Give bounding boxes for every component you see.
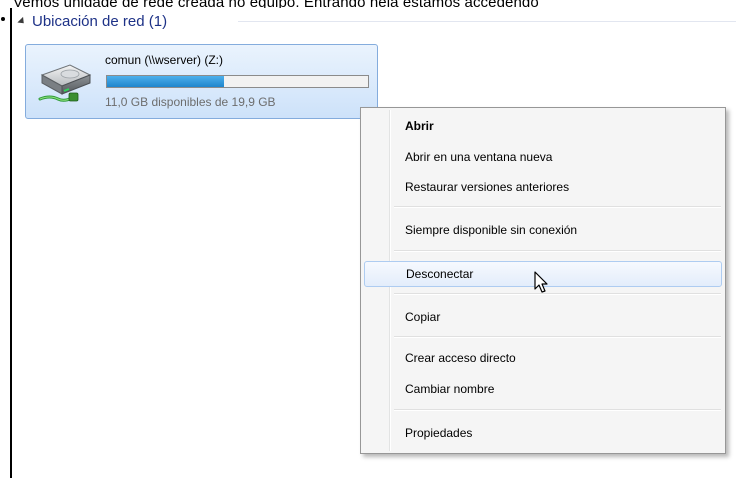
menu-item-copiar[interactable]: Copiar [364,305,722,331]
collapse-arrow-icon[interactable] [17,16,27,27]
menu-item-siempre-disponible[interactable]: Siempre disponible sin conexión [364,218,722,244]
mouse-pointer-icon [534,271,548,293]
menu-item-restaurar-versiones[interactable]: Restaurar versiones anteriores [364,175,722,201]
drive-capacity-bar [106,75,369,88]
menu-separator [394,409,721,411]
network-drive-item[interactable]: comun (\\wserver) (Z:) 11,0 GB disponibl… [25,44,378,119]
menu-separator [394,336,721,338]
menu-separator [394,206,721,208]
drive-name-label: comun (\\wserver) (Z:) [105,53,224,67]
group-divider-line [238,21,736,22]
network-location-group-header[interactable]: Ubicación de red (1) [17,10,168,32]
menu-item-crear-acceso-directo[interactable]: Crear acceso directo [364,346,722,372]
menu-item-abrir-en-ventana-nueva[interactable]: Abrir en una ventana nueva [364,145,722,171]
screenshot-page: Vemos unidade de rede creada no equipo. … [0,0,743,478]
bullet-dot [1,17,5,21]
group-header-label: Ubicación de red (1) [32,12,168,30]
menu-item-abrir[interactable]: Abrir [364,114,722,140]
menu-separator [394,293,721,295]
menu-item-propiedades[interactable]: Propiedades [364,421,722,447]
drive-capacity-fill [107,76,225,87]
network-drive-icon [38,64,92,102]
menu-item-cambiar-nombre[interactable]: Cambiar nombre [364,377,722,403]
menu-separator [394,250,721,252]
drive-free-space-label: 11,0 GB disponibles de 19,9 GB [105,95,276,109]
